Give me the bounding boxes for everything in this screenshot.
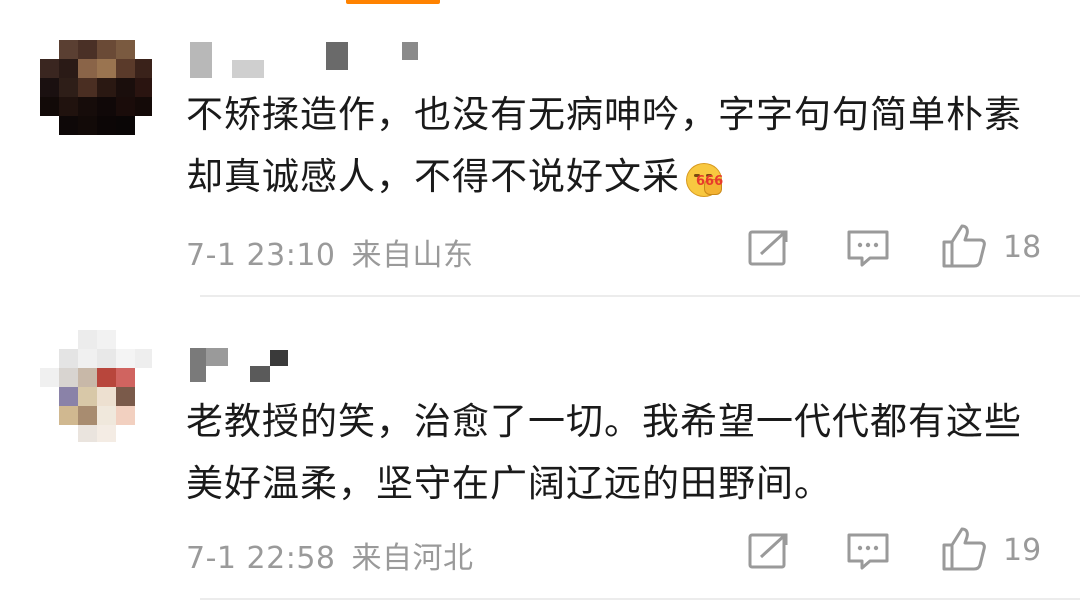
comment-text-content: 老教授的笑，治愈了一切。我希望一代代都有这些美好温柔，坚守在广阔辽远的田野间。	[186, 400, 1022, 505]
comment-reply-icon[interactable]	[846, 531, 890, 571]
comment-text-content: 不矫揉造作，也没有无病呻吟，字字句句简单朴素却真诚感人，不得不说好文采	[186, 93, 1022, 198]
comment-time: 7-1 23:10	[186, 238, 336, 273]
share-icon[interactable]	[747, 531, 791, 571]
comment-time: 7-1 22:58	[186, 541, 336, 576]
share-icon[interactable]	[747, 228, 791, 268]
like-count: 18	[1003, 230, 1042, 265]
comment-text: 老教授的笑，治愈了一切。我希望一代代都有这些美好温柔，坚守在广阔辽远的田野间。	[186, 391, 1056, 515]
avatar[interactable]	[40, 330, 152, 442]
comment-divider	[200, 598, 1080, 600]
active-tab-indicator	[346, 0, 440, 4]
comment-meta: 7-1 22:58 来自河北	[186, 533, 474, 577]
comment-meta: 7-1 23:10 来自山东	[186, 230, 474, 274]
like-icon[interactable]	[940, 222, 988, 270]
like-count: 19	[1003, 533, 1042, 568]
comment-location: 来自河北	[351, 541, 474, 576]
like-icon[interactable]	[940, 525, 988, 573]
comment-location: 来自山东	[351, 238, 474, 273]
comment-reply-icon[interactable]	[846, 228, 890, 268]
comment-text: 不矫揉造作，也没有无病呻吟，字字句句简单朴素却真诚感人，不得不说好文采 666	[186, 84, 1056, 208]
avatar[interactable]	[40, 40, 152, 152]
666-icon: 666	[684, 155, 726, 197]
comment-divider	[200, 295, 1080, 297]
